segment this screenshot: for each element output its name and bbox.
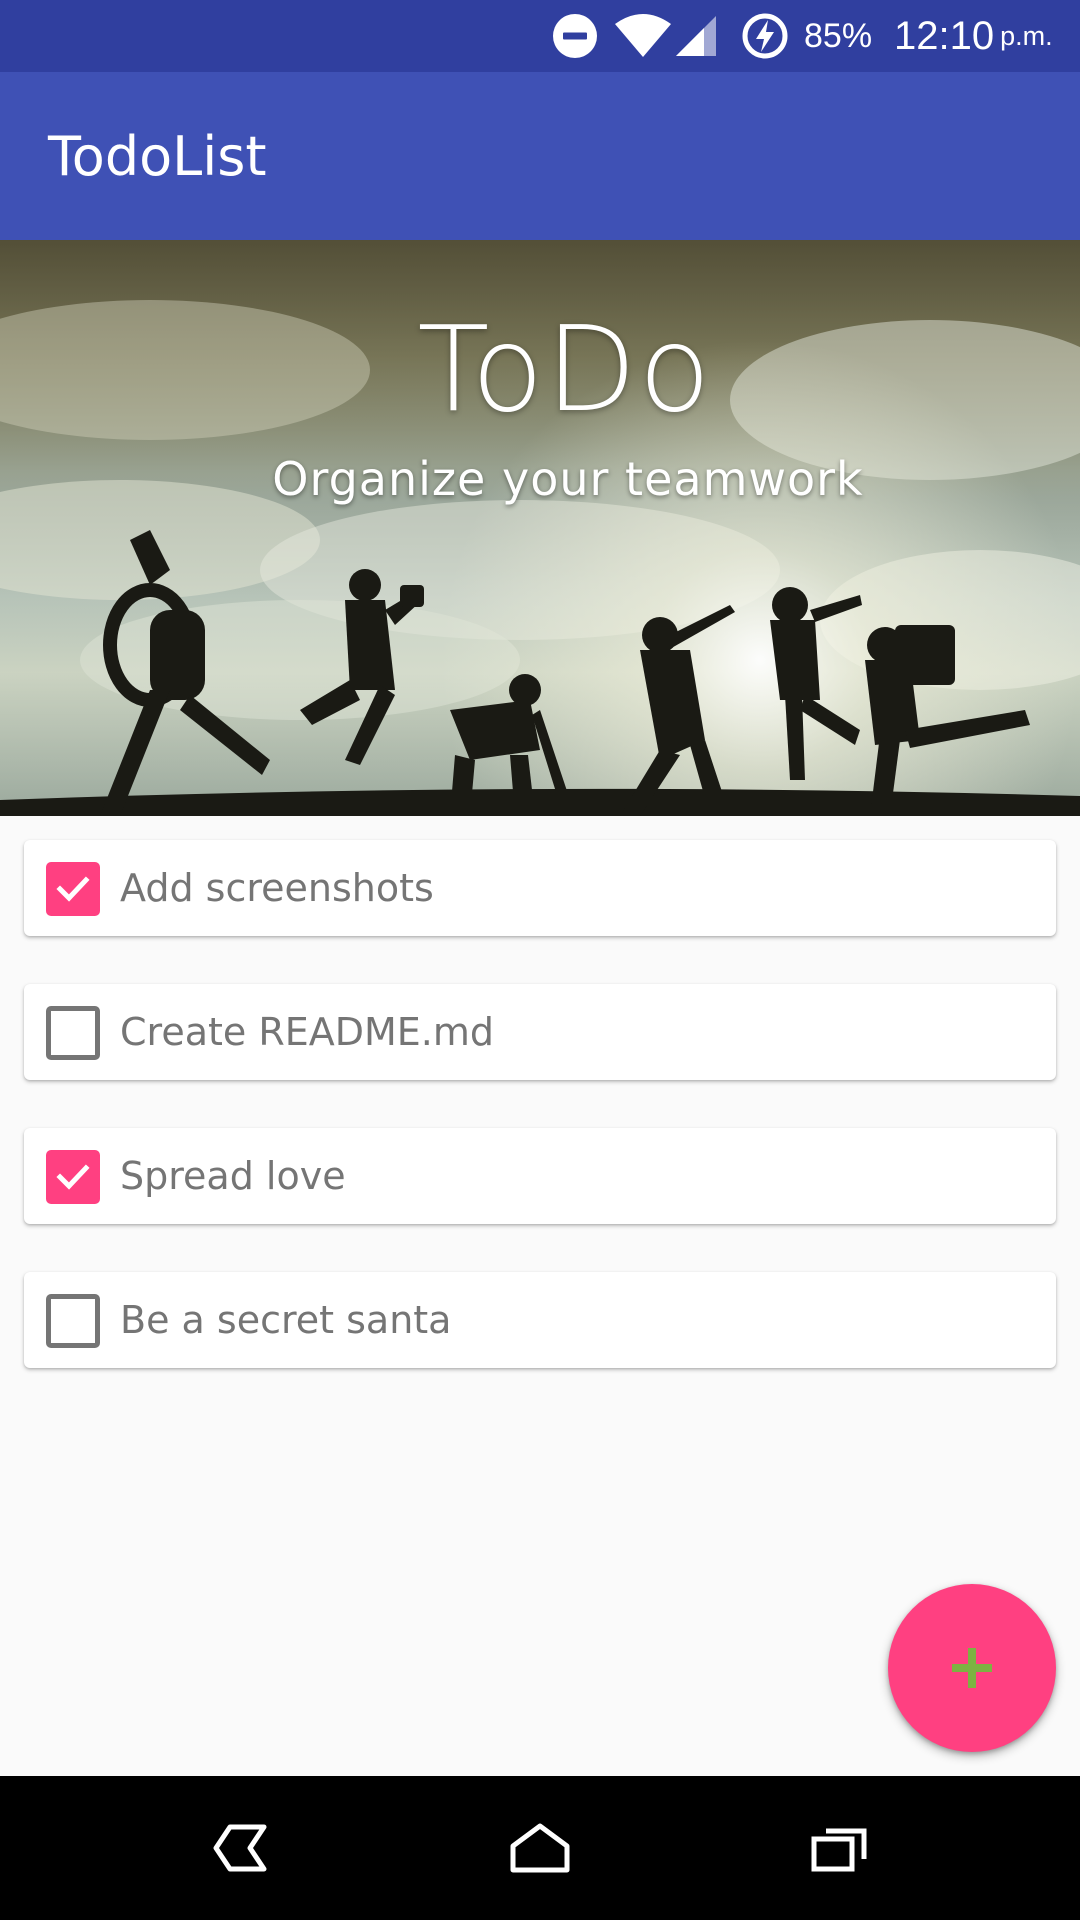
recents-button[interactable] <box>768 1776 912 1920</box>
task-label: Create README.md <box>120 1010 495 1054</box>
banner-subtitle: Organize your teamwork <box>272 452 864 506</box>
recents-icon <box>811 1828 867 1872</box>
navigation-bar <box>0 1776 1080 1920</box>
home-icon <box>510 1823 570 1873</box>
back-button[interactable] <box>168 1776 312 1920</box>
clock: 12:10 p.m. <box>894 0 1053 72</box>
task-checkbox[interactable] <box>46 862 100 916</box>
task-item[interactable]: Be a secret santa <box>24 1272 1056 1368</box>
task-label: Spread love <box>120 1154 346 1198</box>
battery-charging-icon <box>740 0 790 72</box>
battery-percent: 85% <box>804 16 873 55</box>
app-title: TodoList <box>48 124 267 188</box>
add-task-button[interactable] <box>888 1584 1056 1752</box>
home-button[interactable] <box>468 1776 612 1920</box>
cell-signal-icon <box>672 0 720 72</box>
clock-time: 12:10 <box>894 13 995 58</box>
plus-icon <box>952 1648 992 1688</box>
task-checkbox[interactable] <box>46 1006 100 1060</box>
task-list: Add screenshots Create README.md Spread … <box>24 840 1056 1416</box>
status-bar: 85% 12:10 p.m. <box>0 0 1080 72</box>
clock-suffix: p.m. <box>1000 20 1053 51</box>
do-not-disturb-icon <box>550 0 600 72</box>
back-icon <box>213 1824 267 1872</box>
task-label: Add screenshots <box>120 866 434 910</box>
task-checkbox[interactable] <box>46 1294 100 1348</box>
banner-title: ToDo <box>417 300 713 438</box>
check-icon <box>56 1164 90 1190</box>
wifi-icon <box>612 0 674 72</box>
check-icon <box>56 876 90 902</box>
task-label: Be a secret santa <box>120 1298 452 1342</box>
task-item[interactable]: Add screenshots <box>24 840 1056 936</box>
task-item[interactable]: Create README.md <box>24 984 1056 1080</box>
banner-image: ToDo Organize your teamwork <box>0 240 1080 816</box>
task-checkbox[interactable] <box>46 1150 100 1204</box>
app-bar: TodoList <box>0 72 1080 240</box>
task-item[interactable]: Spread love <box>24 1128 1056 1224</box>
